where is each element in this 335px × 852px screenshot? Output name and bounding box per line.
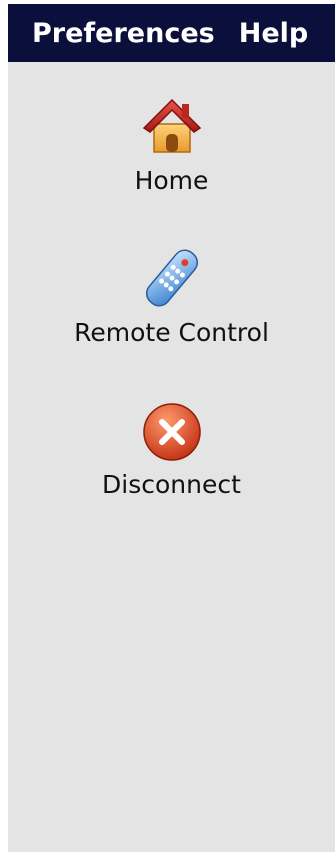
house-icon <box>142 98 201 153</box>
nav-disconnect-label: Disconnect <box>102 470 241 499</box>
menu-help[interactable]: Help <box>239 18 309 49</box>
sidebar-panel: Home Remote Control Disconnect <box>8 62 335 852</box>
nav-remote-control-button[interactable]: Remote Control <box>8 242 335 347</box>
nav-home-label: Home <box>134 166 209 195</box>
disconnect-x-icon <box>142 403 201 461</box>
nav-remote-control-label: Remote Control <box>74 318 269 347</box>
menu-preferences[interactable]: Preferences <box>32 18 215 49</box>
nav-home-button[interactable]: Home <box>8 90 335 195</box>
menu-bar: Preferences Help <box>8 4 335 62</box>
nav-disconnect-button[interactable]: Disconnect <box>8 394 335 499</box>
remote-control-icon <box>145 249 198 307</box>
